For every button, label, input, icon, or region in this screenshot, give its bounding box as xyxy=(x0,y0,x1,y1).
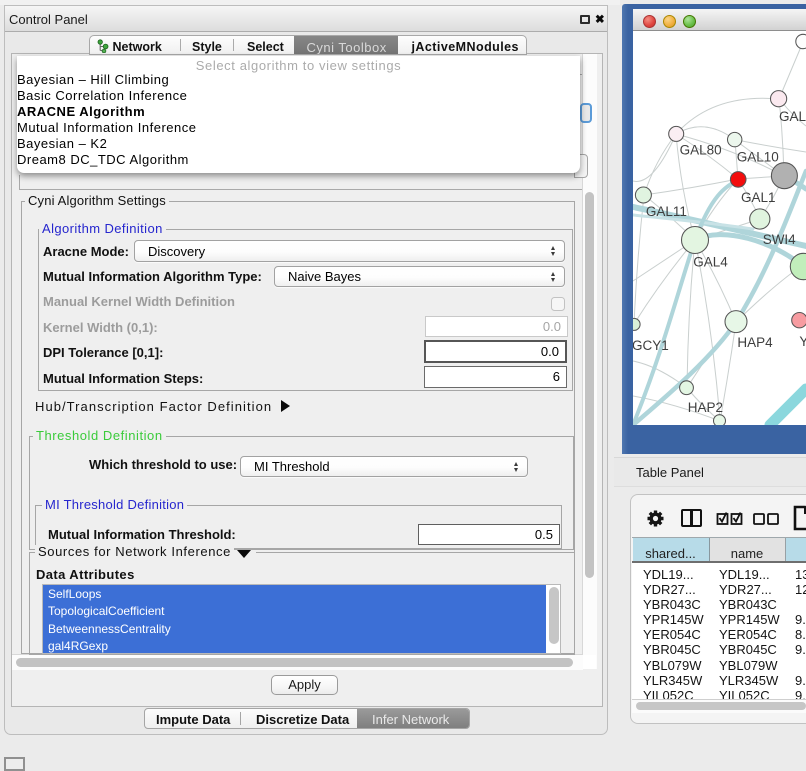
svg-text:GCY1: GCY1 xyxy=(633,338,669,353)
svg-text:HAP2: HAP2 xyxy=(688,400,723,415)
svg-text:GAL4: GAL4 xyxy=(693,255,728,270)
svg-text:GAL11: GAL11 xyxy=(646,204,687,219)
svg-text:HAP4: HAP4 xyxy=(737,335,773,350)
svg-text:GAL10: GAL10 xyxy=(737,150,779,165)
svg-text:SWI4: SWI4 xyxy=(763,232,796,247)
svg-text:GAL7: GAL7 xyxy=(779,109,806,124)
svg-text:Y: Y xyxy=(799,334,806,349)
svg-text:GAL80: GAL80 xyxy=(680,143,722,158)
svg-text:GAL1: GAL1 xyxy=(741,190,776,205)
